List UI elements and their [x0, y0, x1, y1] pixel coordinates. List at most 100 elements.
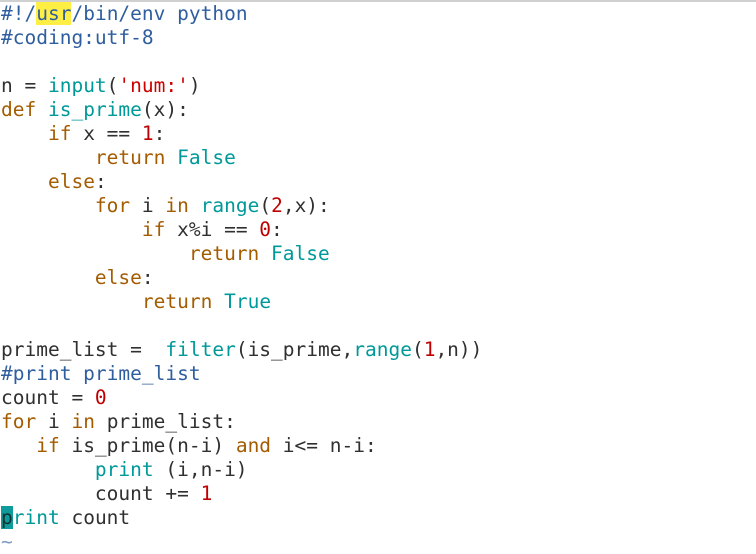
code-token-builtin: input	[47, 74, 107, 97]
code-token-plain: )	[188, 74, 201, 97]
code-token-keyword: if	[47, 122, 72, 145]
code-token-keyword: and	[235, 434, 272, 457]
code-line[interactable]: #print prime_list	[0, 362, 756, 386]
code-token-cursor: p	[1, 506, 13, 529]
code-line[interactable]: prime_list = filter(is_prime,range(1,n))	[0, 338, 756, 362]
code-token-keyword: for	[1, 410, 37, 433]
code-token-plain: ,n))	[435, 338, 483, 361]
code-token-plain: (	[106, 74, 119, 97]
code-line[interactable]: else:	[0, 266, 756, 290]
code-token-comment: #print prime_list	[1, 362, 201, 385]
code-token-comment: #coding:utf-8	[1, 26, 154, 49]
code-line[interactable]: if is_prime(n-i) and i<= n-i:	[0, 434, 756, 458]
code-token-builtin: print	[94, 458, 154, 481]
empty-line-marker: ~	[1, 530, 13, 553]
code-token-plain: count =	[1, 386, 95, 409]
code-token-plain: prime_list:	[94, 410, 236, 433]
code-token-builtin: filter	[165, 338, 236, 361]
code-token-builtin: is_prime	[47, 98, 142, 121]
code-line[interactable]: if x%i == 0:	[0, 218, 756, 242]
code-token-builtin: range	[200, 194, 260, 217]
code-editor-buffer[interactable]: #!/usr/bin/env python #coding:utf-8 n = i…	[0, 2, 756, 553]
code-line[interactable]: print (i,n-i)	[0, 458, 756, 482]
code-token-plain: ,x):	[282, 194, 330, 217]
code-token-plain: (x):	[141, 98, 189, 121]
code-token-plain: i	[36, 410, 72, 433]
code-line[interactable]: for i in prime_list:	[0, 410, 756, 434]
code-token-plain: :	[141, 266, 154, 289]
code-line[interactable]: print count	[0, 506, 756, 530]
code-line[interactable]	[0, 314, 756, 338]
code-token-number: 1	[423, 338, 436, 361]
code-token-plain: (	[411, 338, 424, 361]
code-token-builtin: False	[177, 146, 236, 169]
code-token-number: 2	[271, 194, 283, 217]
code-token-keyword: return	[188, 242, 260, 265]
code-token-plain: (	[259, 194, 272, 217]
code-token-number: 0	[259, 218, 272, 241]
code-token-plain: (i,n-i)	[153, 458, 248, 481]
code-line[interactable]: return False	[0, 146, 756, 170]
code-line[interactable]: else:	[0, 170, 756, 194]
code-line[interactable]: if x == 1:	[0, 122, 756, 146]
code-token-keyword: if	[36, 434, 60, 457]
code-token-keyword: for	[94, 194, 131, 217]
code-line[interactable]: count = 0	[0, 386, 756, 410]
code-token-plain: (is_prime,	[235, 338, 354, 361]
code-line[interactable]: n = input('num:')	[0, 74, 756, 98]
empty-line-markers: ~	[0, 530, 756, 554]
code-line[interactable]: for i in range(2,x):	[0, 194, 756, 218]
code-token-plain: x%i ==	[165, 218, 260, 241]
code-token-plain: x ==	[71, 122, 142, 145]
code-token-comment: #!/	[1, 2, 37, 25]
code-token-number: 1	[141, 122, 154, 145]
code-token-keyword: return	[94, 146, 166, 169]
code-token-plain: prime_list =	[1, 338, 166, 361]
code-token-string: 'num:'	[118, 74, 189, 97]
code-token-plain: is_prime(n-i)	[59, 434, 236, 457]
code-token-plain: :	[153, 122, 166, 145]
code-line[interactable]: return True	[0, 290, 756, 314]
code-token-builtin: range	[353, 338, 412, 361]
code-token-plain: n =	[1, 74, 48, 97]
code-line-list[interactable]: #!/usr/bin/env python #coding:utf-8 n = i…	[0, 2, 756, 530]
code-token-keyword: return	[141, 290, 213, 313]
code-line[interactable]: #coding:utf-8	[0, 26, 756, 50]
code-token-plain: i	[130, 194, 166, 217]
code-token-builtin: True	[224, 290, 272, 313]
code-token-number: 1	[200, 482, 213, 505]
code-token-builtin: False	[271, 242, 330, 265]
code-line[interactable]	[0, 50, 756, 74]
code-line[interactable]: count += 1	[0, 482, 756, 506]
code-token-builtin: rint	[12, 506, 60, 529]
code-token-keyword: if	[141, 218, 166, 241]
code-token-plain: count	[59, 506, 131, 529]
code-token-comment: /bin/env python	[71, 2, 248, 25]
code-line[interactable]: return False	[0, 242, 756, 266]
code-token-keyword: else	[94, 266, 142, 289]
code-token-number: 0	[94, 386, 107, 409]
code-line[interactable]: #!/usr/bin/env python	[0, 2, 756, 26]
code-token-search: usr	[36, 2, 72, 25]
code-line[interactable]: def is_prime(x):	[0, 98, 756, 122]
code-token-keyword: in	[71, 410, 95, 433]
code-token-keyword: else	[47, 170, 95, 193]
code-token-plain: count +=	[94, 482, 201, 505]
code-token-plain: :	[271, 218, 283, 241]
